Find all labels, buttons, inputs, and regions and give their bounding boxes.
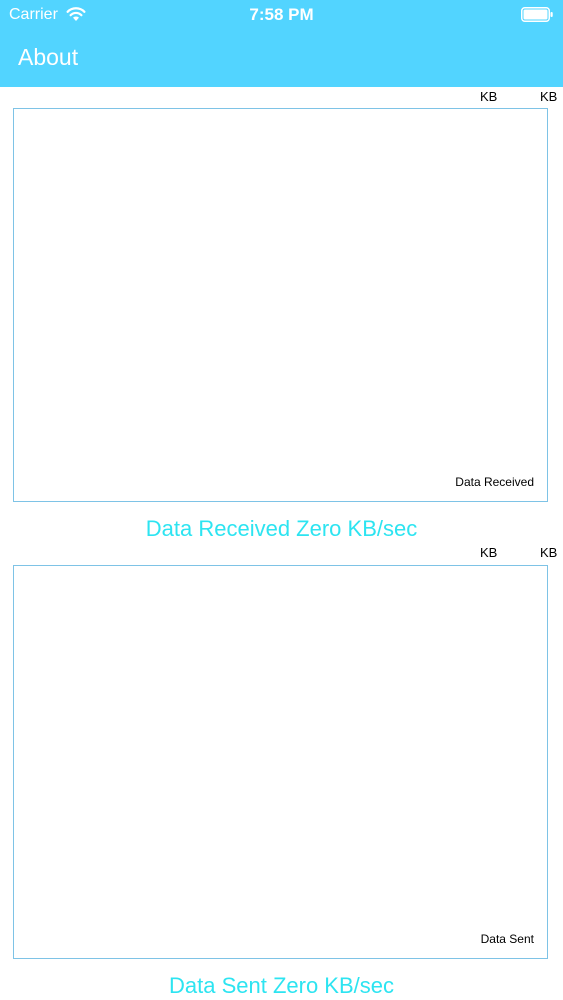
- data-received-plot: [14, 109, 549, 503]
- data-received-caption: Data Received Zero KB/sec: [145, 516, 418, 541]
- data-sent-plot: [14, 566, 549, 960]
- chart-unit-right: KB: [540, 545, 558, 560]
- chart-legend-data-received: Data Received: [455, 475, 534, 489]
- page-title: About: [18, 44, 79, 70]
- chart-unit-right: KB: [540, 89, 558, 104]
- status-time: 7:58 PM: [249, 5, 314, 24]
- data-sent-caption: Data Sent Zero KB/sec: [169, 973, 394, 998]
- chart-unit-left: KB: [480, 89, 498, 104]
- data-sent-chart: Data Sent: [13, 565, 548, 959]
- chart-legend-data-sent: Data Sent: [480, 932, 534, 946]
- battery-icon: [521, 7, 553, 22]
- data-received-chart: Data Received: [13, 108, 548, 502]
- app-header: Carrier 7:58 PM About: [0, 0, 563, 87]
- chart-unit-left: KB: [480, 545, 498, 560]
- status-bar: Carrier 7:58 PM: [0, 0, 563, 30]
